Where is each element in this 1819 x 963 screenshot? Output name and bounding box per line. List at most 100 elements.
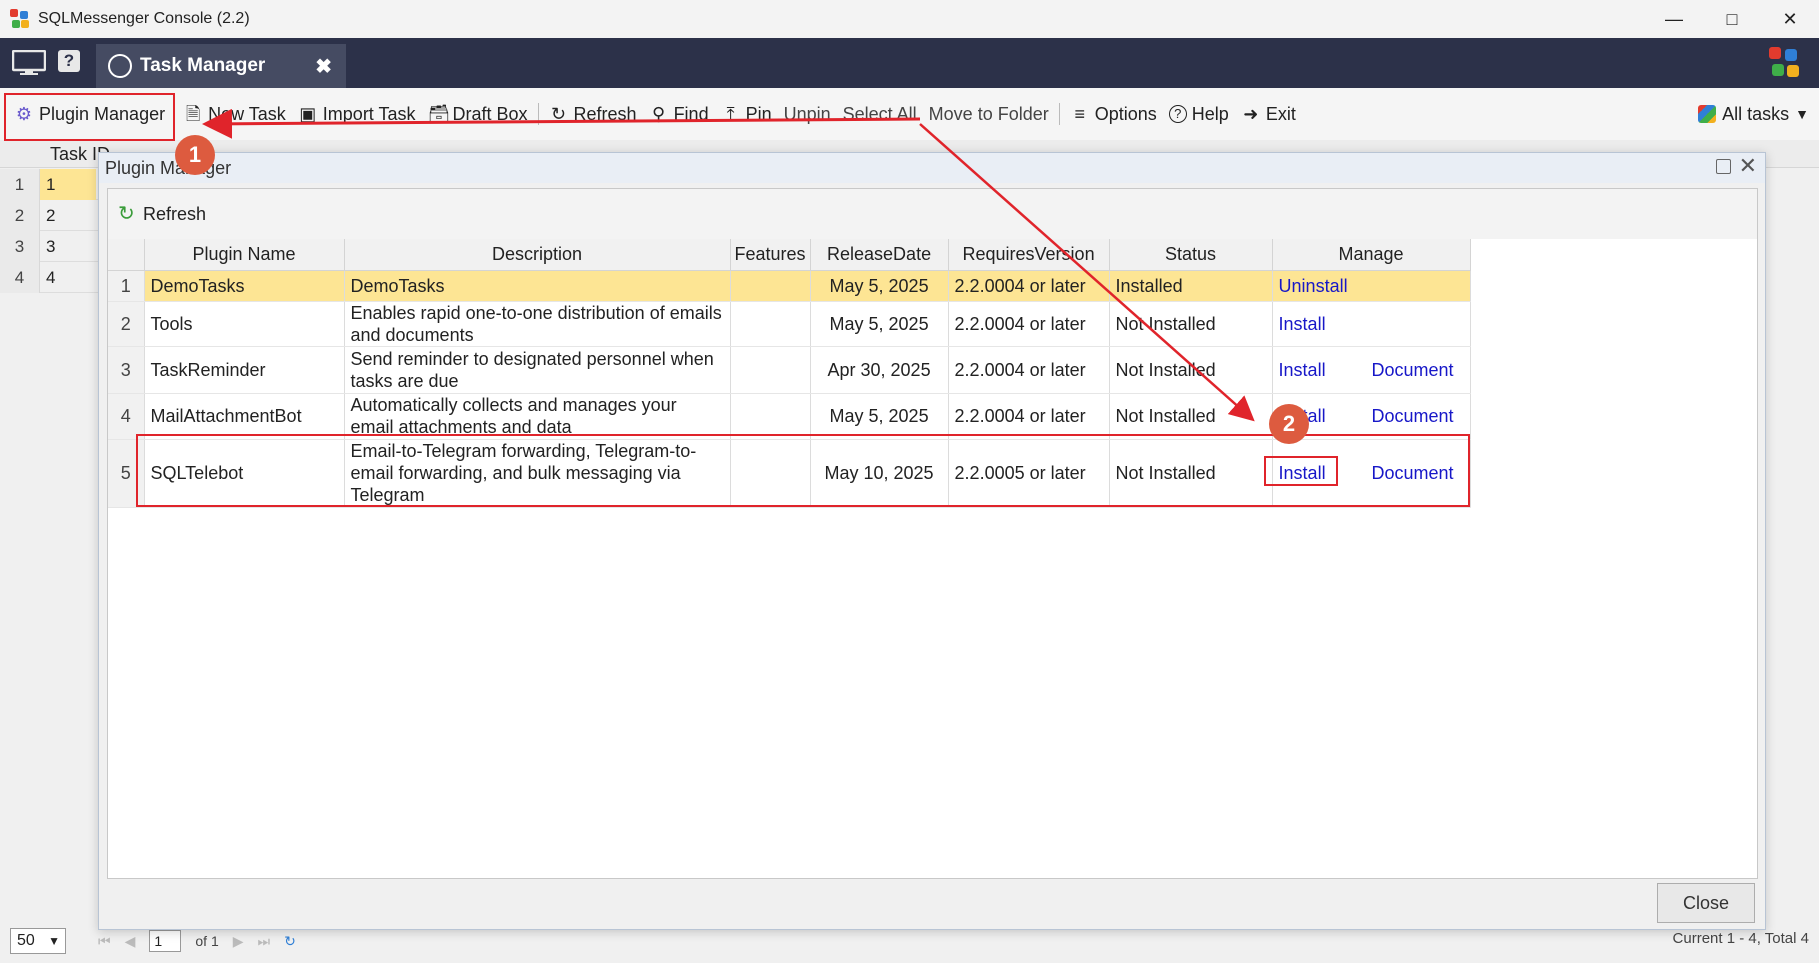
new-document-icon: 🗎 <box>185 104 201 124</box>
select-all-button[interactable]: Select All <box>837 104 923 125</box>
column-header-plugin-name[interactable]: Plugin Name <box>144 239 345 271</box>
refresh-button[interactable]: ↻ Refresh <box>543 104 643 125</box>
task-id-cell[interactable]: 2 <box>40 200 96 231</box>
tab-bar: ? Task Manager ✖ <box>0 38 1819 88</box>
features-cell[interactable] <box>730 346 811 394</box>
help-button[interactable]: ? Help <box>1163 104 1235 125</box>
pin-icon: ⤒ <box>726 104 735 124</box>
features-cell[interactable] <box>730 270 811 302</box>
release-date-cell[interactable]: Apr 30, 2025 <box>810 346 949 394</box>
close-icon[interactable]: ✕ <box>1739 153 1757 179</box>
unpin-button[interactable]: Unpin <box>778 104 837 125</box>
app-brand-icon <box>1769 47 1801 79</box>
close-button[interactable]: Close <box>1657 883 1755 923</box>
column-header-description[interactable]: Description <box>344 239 731 271</box>
table-row[interactable]: 1 1 <box>0 169 100 200</box>
install-link[interactable]: Install <box>1279 359 1339 381</box>
draft-box-icon: 🗃 <box>427 104 451 124</box>
plugin-name-cell[interactable]: DemoTasks <box>144 270 345 302</box>
row-number: 3 <box>0 231 40 262</box>
next-page-icon[interactable]: ▶ <box>233 933 244 950</box>
table-row[interactable]: 4 4 <box>0 262 100 293</box>
task-id-cell[interactable]: 1 <box>40 169 96 200</box>
step-badge-2: 2 <box>1269 404 1309 444</box>
select-all-label: Select All <box>842 103 917 124</box>
exit-label: Exit <box>1265 103 1296 124</box>
tab-task-manager[interactable]: Task Manager ✖ <box>96 44 346 88</box>
plugin-name-cell[interactable]: TaskReminder <box>144 346 345 394</box>
monitor-icon[interactable] <box>12 50 46 76</box>
prev-page-icon[interactable]: ◀ <box>125 933 136 950</box>
requires-version-cell[interactable]: 2.2.0004 or later <box>948 346 1110 394</box>
status-cell[interactable]: Not Installed <box>1109 301 1273 347</box>
dialog-footer: Close <box>99 883 1765 929</box>
uninstall-link[interactable]: Uninstall <box>1279 275 1348 297</box>
minimize-icon[interactable]: — <box>1645 0 1703 38</box>
features-cell[interactable] <box>730 301 811 347</box>
all-tasks-dropdown[interactable]: All tasks ▼ <box>1698 88 1809 140</box>
move-to-folder-button[interactable]: Move to Folder <box>923 104 1055 125</box>
highlight-plugin-manager <box>4 93 175 141</box>
status-cell[interactable]: Installed <box>1109 270 1273 302</box>
options-button[interactable]: ≡ Options <box>1064 104 1163 125</box>
column-header-requires-version[interactable]: RequiresVersion <box>948 239 1110 271</box>
status-cell[interactable]: Not Installed <box>1109 346 1273 394</box>
column-header-release-date[interactable]: ReleaseDate <box>810 239 949 271</box>
dialog-refresh-button[interactable]: ↻ Refresh <box>118 204 206 225</box>
new-task-button[interactable]: 🗎 New Task <box>177 104 292 125</box>
table-row[interactable]: 3 3 <box>0 231 100 262</box>
page-number-input[interactable]: 1 <box>149 930 182 952</box>
task-id-cell[interactable]: 4 <box>40 262 96 293</box>
pin-button[interactable]: ⤒ Pin <box>715 104 778 125</box>
row-number: 1 <box>0 169 40 200</box>
install-link[interactable]: Install <box>1279 313 1339 335</box>
features-cell[interactable] <box>730 393 811 440</box>
toolbar-divider <box>1058 103 1060 125</box>
close-icon[interactable]: ✕ <box>1761 0 1819 38</box>
release-date-cell[interactable]: May 5, 2025 <box>810 301 949 347</box>
document-link[interactable]: Document <box>1372 359 1454 381</box>
column-header-features[interactable]: Features <box>730 239 811 271</box>
reload-icon[interactable]: ↻ <box>284 933 296 950</box>
options-label: Options <box>1094 103 1157 124</box>
plugin-name-cell[interactable]: MailAttachmentBot <box>144 393 345 440</box>
plugin-table-header: Plugin Name Description Features Release… <box>108 239 1471 271</box>
maximize-icon[interactable] <box>1716 159 1731 174</box>
manage-cell: Install <box>1272 301 1471 347</box>
requires-version-cell[interactable]: 2.2.0004 or later <box>948 270 1110 302</box>
first-page-icon[interactable]: ⏮ <box>98 933 111 950</box>
status-cell[interactable]: Not Installed <box>1109 393 1273 440</box>
draft-box-button[interactable]: 🗃 Draft Box <box>422 104 534 125</box>
column-header-status[interactable]: Status <box>1109 239 1273 271</box>
plugin-name-cell[interactable]: Tools <box>144 301 345 347</box>
import-task-button[interactable]: ▣ Import Task <box>292 104 422 125</box>
page-size-value: 50 <box>17 932 35 949</box>
row-number: 2 <box>0 200 40 231</box>
maximize-icon[interactable]: □ <box>1703 0 1761 38</box>
description-cell[interactable]: Automatically collects and manages your … <box>344 393 731 440</box>
release-date-cell[interactable]: May 5, 2025 <box>810 393 949 440</box>
table-row[interactable]: 2 2 <box>0 200 100 231</box>
app-logo-icon <box>10 9 30 29</box>
find-button[interactable]: ⚲ Find <box>643 104 715 125</box>
document-link[interactable]: Document <box>1372 405 1454 427</box>
description-cell[interactable]: Send reminder to designated personnel wh… <box>344 346 731 394</box>
table-row[interactable]: 4 MailAttachmentBot Automatically collec… <box>108 393 1471 440</box>
exit-button[interactable]: ➜ Exit <box>1235 104 1302 125</box>
column-header-manage[interactable]: Manage <box>1272 239 1471 271</box>
description-cell[interactable]: DemoTasks <box>344 270 731 302</box>
requires-version-cell[interactable]: 2.2.0004 or later <box>948 393 1110 440</box>
table-row[interactable]: 3 TaskReminder Send reminder to designat… <box>108 346 1471 394</box>
page-size-select[interactable]: 50 ▼ <box>10 928 66 954</box>
help-icon[interactable]: ? <box>58 50 80 72</box>
tab-close-icon[interactable]: ✖ <box>315 54 332 79</box>
description-cell[interactable]: Enables rapid one-to-one distribution of… <box>344 301 731 347</box>
requires-version-cell[interactable]: 2.2.0004 or later <box>948 301 1110 347</box>
refresh-icon: ↻ <box>550 104 567 124</box>
task-id-cell[interactable]: 3 <box>40 231 96 262</box>
release-date-cell[interactable]: May 5, 2025 <box>810 270 949 302</box>
last-page-icon[interactable]: ⏭ <box>258 933 271 950</box>
table-row[interactable]: 1 DemoTasks DemoTasks May 5, 2025 2.2.00… <box>108 270 1471 302</box>
table-row[interactable]: 2 Tools Enables rapid one-to-one distrib… <box>108 301 1471 347</box>
search-icon: ⚲ <box>651 104 666 124</box>
